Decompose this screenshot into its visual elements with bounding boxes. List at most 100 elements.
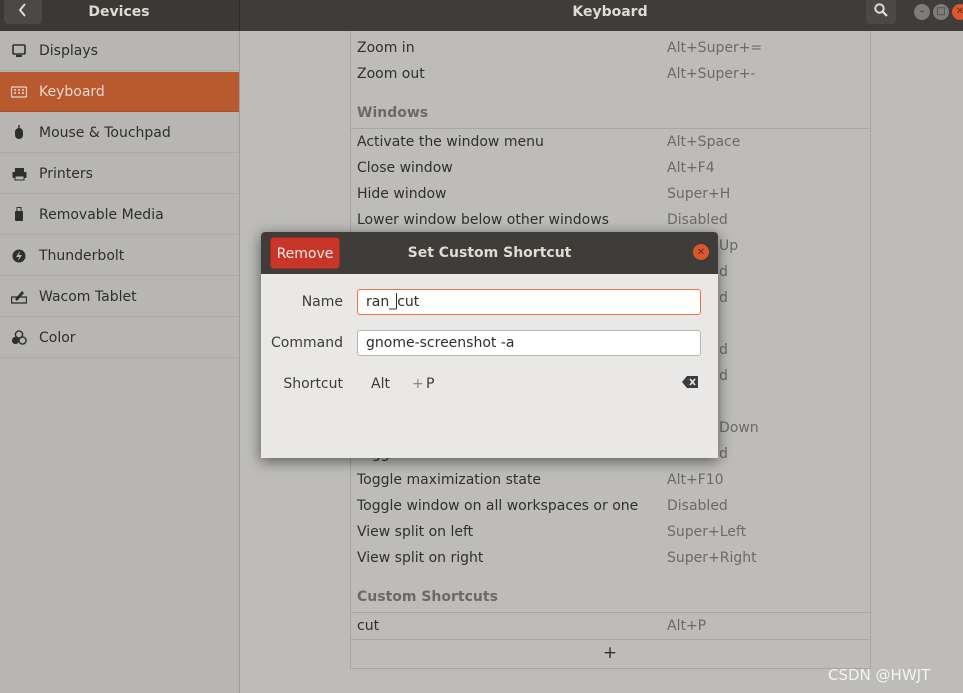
sidebar-item-label: Printers xyxy=(39,165,93,182)
shortcut-name: Toggle window on all workspaces or one xyxy=(357,498,639,514)
shortcut-name: View split on left xyxy=(357,524,474,540)
set-custom-shortcut-dialog: Remove Set Custom Shortcut ✕ Name ran_cu… xyxy=(261,232,718,458)
shortcut-name: Close window xyxy=(357,160,453,176)
shortcut-name: Activate the window menu xyxy=(357,134,544,150)
shortcut-accel: Disabled xyxy=(667,498,728,514)
backspace-icon xyxy=(682,376,698,392)
shortcut-name: cut xyxy=(357,618,380,634)
add-shortcut-button[interactable]: + xyxy=(351,640,869,667)
color-icon xyxy=(11,330,27,346)
window-close-button[interactable]: ✕ xyxy=(952,4,963,20)
close-icon: ✕ xyxy=(696,246,706,258)
shortcut-plus: + xyxy=(412,376,424,392)
sidebar-item-wacom-tablet[interactable]: Wacom Tablet xyxy=(0,277,239,317)
shortcut-name: Hide window xyxy=(357,186,447,202)
sidebar-item-printers[interactable]: Printers xyxy=(0,154,239,194)
shortcut-label: Shortcut xyxy=(283,376,343,392)
tablet-icon xyxy=(11,289,27,305)
minimize-button[interactable]: – xyxy=(914,4,930,20)
shortcut-accel: Alt+Super+= xyxy=(667,40,763,56)
printer-icon xyxy=(11,166,27,182)
shortcut-accel: Alt+P xyxy=(667,618,707,634)
shortcut-accel-fragment: d xyxy=(719,264,728,280)
sidebar: Displays Keyboard Mouse & Touchpad Print… xyxy=(0,31,240,693)
watermark: CSDN @HWJT xyxy=(828,666,931,684)
shortcut-accel: Disabled xyxy=(667,212,728,228)
sidebar-item-label: Keyboard xyxy=(39,83,105,100)
sidebar-item-removable-media[interactable]: Removable Media xyxy=(0,195,239,235)
maximize-button[interactable]: □ xyxy=(933,4,949,20)
name-label: Name xyxy=(301,294,343,310)
shortcut-accel: Super+H xyxy=(667,186,731,202)
maximize-icon: □ xyxy=(936,6,946,17)
sidebar-item-label: Mouse & Touchpad xyxy=(39,124,171,141)
sidebar-item-color[interactable]: Color xyxy=(0,318,239,358)
shortcut-name: Toggle maximization state xyxy=(357,472,542,488)
page-title: Keyboard xyxy=(572,4,648,20)
mouse-icon xyxy=(11,125,27,141)
shortcut-accel-fragment: d xyxy=(719,342,728,358)
shortcut-row[interactable]: Lower window below other windows Disable… xyxy=(357,207,867,233)
sidebar-item-displays[interactable]: Displays xyxy=(0,31,239,71)
add-icon: + xyxy=(602,643,618,663)
shortcut-accel: Alt+F10 xyxy=(667,472,724,488)
shortcut-row[interactable]: View split on left Super+Left xyxy=(357,519,867,545)
shortcut-accel: Alt+Space xyxy=(667,134,741,150)
command-value: gnome-screenshot -a xyxy=(366,335,515,351)
shortcut-accel: Alt+Super+- xyxy=(667,66,756,82)
section-title-windows: Windows xyxy=(357,105,429,121)
shortcut-row[interactable]: Activate the window menu Alt+Space xyxy=(357,129,867,155)
shortcut-accel: Super+Right xyxy=(667,550,757,566)
sidebar-title: Devices xyxy=(88,4,150,20)
command-field[interactable]: gnome-screenshot -a xyxy=(357,330,701,356)
shortcut-name: Lower window below other windows xyxy=(357,212,609,228)
shortcut-name: View split on right xyxy=(357,550,484,566)
sidebar-item-mouse-touchpad[interactable]: Mouse & Touchpad xyxy=(0,113,239,153)
name-value-end: cut xyxy=(397,294,420,310)
shortcut-accel: Super+Left xyxy=(667,524,747,540)
shortcut-row[interactable]: View split on right Super+Right xyxy=(357,545,867,571)
shortcut-row[interactable]: Zoom out Alt+Super+- xyxy=(357,61,867,87)
dialog-title: Set Custom Shortcut xyxy=(407,245,572,261)
sidebar-item-label: Displays xyxy=(39,42,98,59)
shortcut-row[interactable]: Zoom in Alt+Super+= xyxy=(357,35,867,61)
sidebar-item-keyboard[interactable]: Keyboard xyxy=(0,72,239,112)
search-button[interactable] xyxy=(866,0,896,24)
shortcut-name: Zoom in xyxy=(357,40,415,56)
clear-shortcut-button[interactable] xyxy=(681,375,699,393)
display-icon xyxy=(11,43,27,59)
sidebar-item-thunderbolt[interactable]: Thunderbolt xyxy=(0,236,239,276)
section-title-custom-shortcuts: Custom Shortcuts xyxy=(357,589,498,605)
shortcut-accel: Alt+F4 xyxy=(667,160,715,176)
shortcut-row[interactable]: Hide window Super+H xyxy=(357,181,867,207)
shortcut-accel-fragment: Up xyxy=(719,238,739,254)
shortcut-row[interactable]: Close window Alt+F4 xyxy=(357,155,867,181)
chevron-left-icon xyxy=(18,3,28,21)
thunderbolt-icon xyxy=(11,248,27,264)
search-icon xyxy=(874,3,888,21)
remove-button[interactable]: Remove xyxy=(270,237,340,269)
shortcut-modifier: Alt xyxy=(371,376,390,392)
custom-shortcut-row[interactable]: cut Alt+P xyxy=(357,613,867,639)
shortcut-key: P xyxy=(426,376,435,392)
keyboard-icon xyxy=(11,84,27,100)
shortcut-name: Zoom out xyxy=(357,66,425,82)
dialog-close-button[interactable]: ✕ xyxy=(693,244,709,260)
shortcut-accel-fragment: d xyxy=(719,368,728,384)
sidebar-item-label: Thunderbolt xyxy=(39,247,125,264)
name-value-start: ran_ xyxy=(366,294,397,310)
shortcut-accel-fragment: d xyxy=(719,290,728,306)
name-field[interactable]: ran_cut xyxy=(357,289,701,315)
command-label: Command xyxy=(271,335,343,351)
shortcut-row[interactable]: Toggle window on all workspaces or one D… xyxy=(357,493,867,519)
shortcut-accel-fragment: d xyxy=(719,446,728,462)
back-button[interactable] xyxy=(4,0,42,24)
usb-drive-icon xyxy=(11,207,27,223)
minimize-icon: – xyxy=(919,6,925,17)
shortcut-accel-fragment: Down xyxy=(719,420,759,436)
close-icon: ✕ xyxy=(955,6,963,17)
sidebar-item-label: Color xyxy=(39,329,76,346)
shortcut-row[interactable]: Toggle maximization state Alt+F10 xyxy=(357,467,867,493)
sidebar-item-label: Wacom Tablet xyxy=(39,288,137,305)
sidebar-item-label: Removable Media xyxy=(39,206,164,223)
